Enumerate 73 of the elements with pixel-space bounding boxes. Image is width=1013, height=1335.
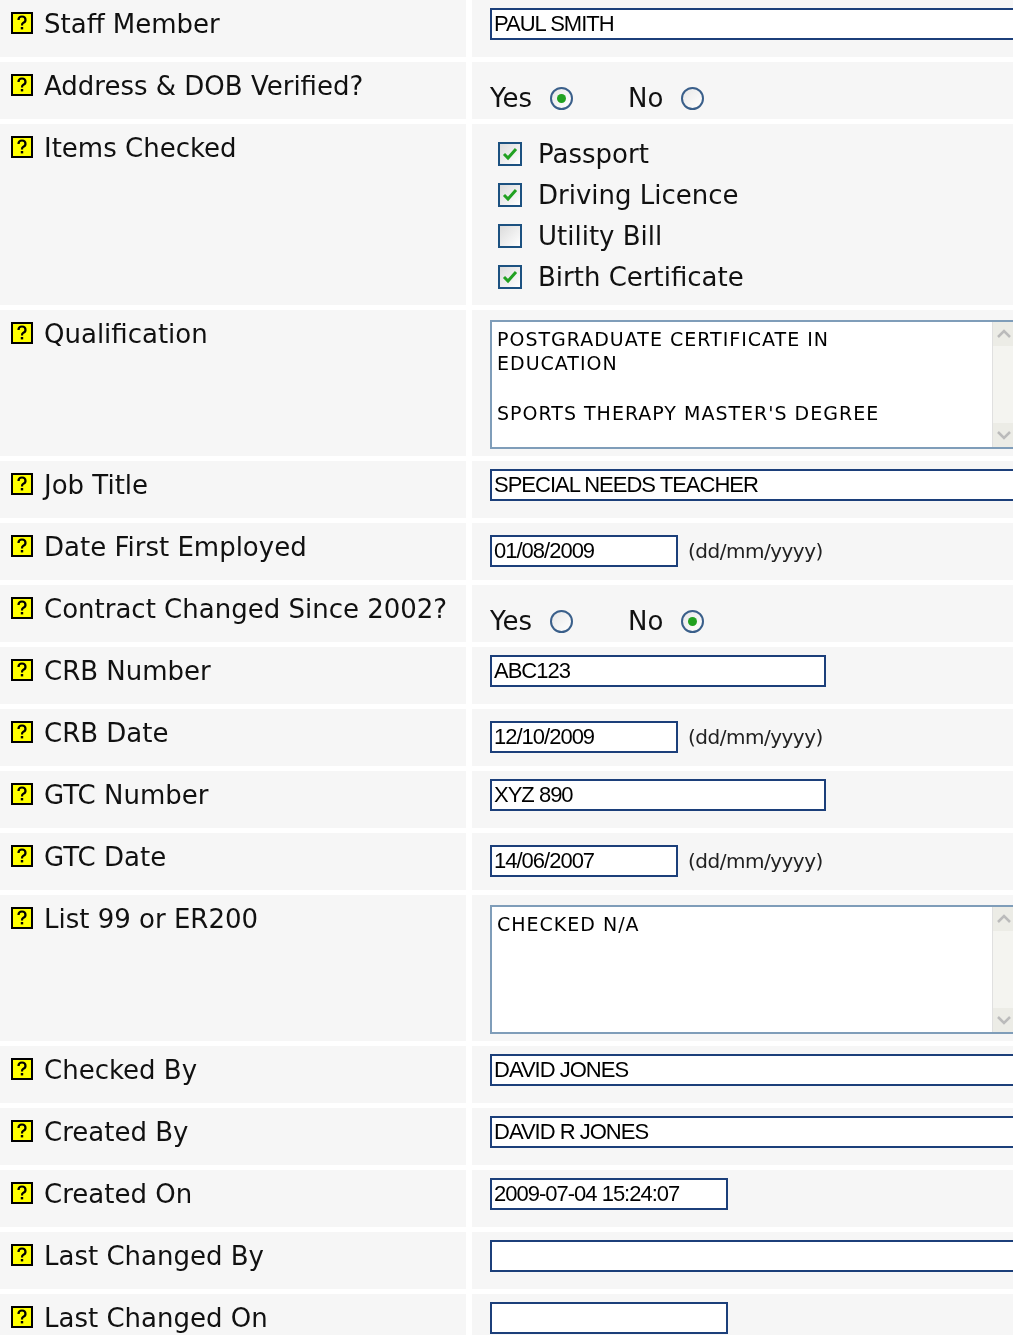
field-label: Contract Changed Since 2002? <box>44 594 448 624</box>
date-format-hint: (dd/mm/yyyy) <box>688 724 823 751</box>
field-label: Job Title <box>44 470 149 500</box>
check-icon <box>502 269 518 285</box>
date-field[interactable]: 14/06/2007 <box>490 845 678 877</box>
text-area[interactable]: CHECKED N/A <box>490 905 1013 1034</box>
field-label: GTC Date <box>44 842 167 872</box>
text-field[interactable]: PAUL SMITH <box>490 8 1013 40</box>
date-field[interactable]: 12/10/2009 <box>490 721 678 753</box>
help-icon[interactable] <box>11 12 33 34</box>
field-label: Created On <box>44 1179 193 1209</box>
help-icon[interactable] <box>11 1306 33 1328</box>
radio-label: No <box>628 605 664 638</box>
help-icon[interactable] <box>11 1244 33 1266</box>
text-field[interactable]: ABC123 <box>490 655 826 687</box>
text-field[interactable]: SPECIAL NEEDS TEACHER <box>490 469 1013 501</box>
date-format-hint: (dd/mm/yyyy) <box>688 538 823 565</box>
help-icon[interactable] <box>11 783 33 805</box>
help-icon[interactable] <box>11 535 33 557</box>
datetime-field[interactable] <box>490 1302 728 1334</box>
field-label: CRB Number <box>44 656 211 686</box>
help-icon[interactable] <box>11 659 33 681</box>
help-icon[interactable] <box>11 1120 33 1142</box>
radio-label: Yes <box>490 82 532 115</box>
help-icon[interactable] <box>11 136 33 158</box>
help-icon[interactable] <box>11 473 33 495</box>
check-icon <box>502 187 518 203</box>
datetime-field[interactable]: 2009-07-04 15:24:07 <box>490 1178 728 1210</box>
field-label: List 99 or ER200 <box>44 904 259 934</box>
checkbox[interactable] <box>498 183 522 207</box>
field-label: Date First Employed <box>44 532 307 562</box>
checkbox[interactable] <box>498 142 522 166</box>
text-area-text: POSTGRADUATE CERTIFICATE IN EDUCATION <box>497 327 830 375</box>
text-area[interactable]: POSTGRADUATE CERTIFICATE IN EDUCATION SPORTS THERAPY MASTER'S DEGREE <box>490 320 1013 449</box>
field-label: Last Changed On <box>44 1303 268 1333</box>
help-icon[interactable] <box>11 597 33 619</box>
help-icon[interactable] <box>11 1182 33 1204</box>
field-label: Qualification <box>44 319 208 349</box>
radio-button[interactable] <box>550 87 573 110</box>
checkbox[interactable] <box>498 265 522 289</box>
checkbox-label: Birth Certificate <box>538 260 744 294</box>
checkbox-label: Passport <box>538 137 649 171</box>
radio-label: Yes <box>490 605 532 638</box>
text-field[interactable] <box>490 1240 1013 1272</box>
radio-button[interactable] <box>681 87 705 110</box>
date-field[interactable]: 01/08/2009 <box>490 535 678 567</box>
checkbox-label: Driving Licence <box>538 178 739 212</box>
text-area-text: CHECKED N/A <box>497 912 640 936</box>
field-label: Created By <box>44 1117 189 1147</box>
checkbox[interactable] <box>498 224 522 248</box>
help-icon[interactable] <box>11 907 33 929</box>
field-label: Staff Member <box>44 9 220 39</box>
field-label: CRB Date <box>44 718 169 748</box>
check-icon <box>502 146 518 162</box>
text-field[interactable]: DAVID R JONES <box>490 1116 1013 1148</box>
text-field[interactable]: DAVID JONES <box>490 1054 1013 1086</box>
date-format-hint: (dd/mm/yyyy) <box>688 848 823 875</box>
field-label: Items Checked <box>44 133 237 163</box>
help-icon[interactable] <box>11 322 33 344</box>
field-label: GTC Number <box>44 780 209 810</box>
field-label: Last Changed By <box>44 1241 264 1271</box>
help-icon[interactable] <box>11 1058 33 1080</box>
field-label: Checked By <box>44 1055 198 1085</box>
text-area-text: SPORTS THERAPY MASTER'S DEGREE <box>497 401 880 425</box>
help-icon[interactable] <box>11 721 33 743</box>
help-icon[interactable] <box>11 845 33 867</box>
checkbox-label: Utility Bill <box>538 219 663 253</box>
field-label: Address & DOB Verified? <box>44 71 364 101</box>
help-icon[interactable] <box>11 74 33 96</box>
radio-button[interactable] <box>681 610 705 633</box>
radio-label: No <box>628 82 664 115</box>
text-field[interactable]: XYZ 890 <box>490 779 826 811</box>
radio-button[interactable] <box>550 610 573 633</box>
